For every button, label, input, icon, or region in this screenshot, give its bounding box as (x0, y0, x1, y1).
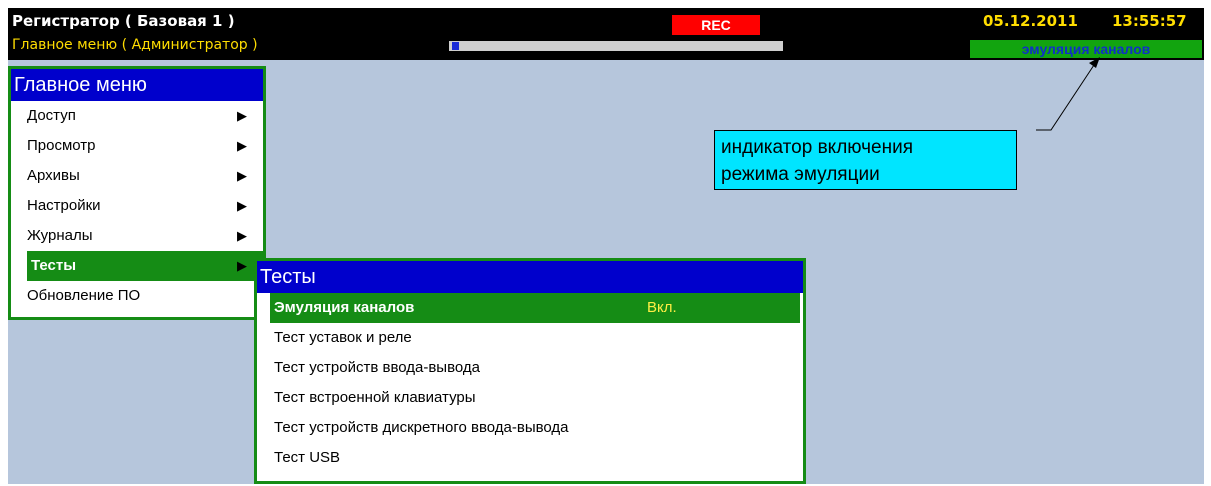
date-display: 05.12.2011 (983, 12, 1078, 30)
callout-leader-line (1036, 64, 1095, 131)
tests-submenu-title: Тесты (257, 261, 803, 293)
menu-item-label: Просмотр (27, 137, 96, 154)
menu-item-journals[interactable]: Журналы ▶ (11, 221, 263, 251)
menu-item-label: Тесты (31, 257, 77, 274)
tests-item-label: Тест устройств ввода-вывода (274, 359, 481, 376)
triangle-right-icon: ▶ (237, 108, 247, 123)
tests-item-label: Тест USB (274, 449, 341, 466)
menu-item-firmware-update[interactable]: Обновление ПО (11, 281, 263, 311)
tests-item-label: Тест встроенной клавиатуры (274, 389, 476, 406)
tests-item-value: Вкл. (647, 299, 677, 316)
time-display: 13:55:57 (1112, 12, 1187, 30)
triangle-right-icon: ▶ (237, 258, 247, 273)
menu-item-archives[interactable]: Архивы ▶ (11, 161, 263, 191)
current-menu-path: Главное меню ( Администратор ) (12, 37, 258, 53)
callout-line-2: режима эмуляции (721, 164, 880, 185)
triangle-right-icon: ▶ (237, 198, 247, 213)
tests-item-io-devices[interactable]: Тест устройств ввода-вывода (270, 353, 800, 383)
tests-item-channel-emulation[interactable]: Эмуляция каналов Вкл. (270, 293, 800, 323)
status-bar: Регистратор ( Базовая 1 ) Главное меню (… (8, 8, 1204, 60)
menu-item-label: Доступ (27, 107, 76, 124)
menu-item-label: Настройки (27, 197, 101, 214)
app-title: Регистратор ( Базовая 1 ) (12, 12, 235, 30)
tests-item-setpoints-relays[interactable]: Тест уставок и реле (270, 323, 800, 353)
tests-item-label: Тест уставок и реле (274, 329, 412, 346)
tests-item-label: Тест устройств дискретного ввода-вывода (274, 419, 569, 436)
tests-item-usb[interactable]: Тест USB (270, 443, 800, 473)
progress-fill (452, 42, 459, 50)
menu-item-view[interactable]: Просмотр ▶ (11, 131, 263, 161)
tests-item-label: Эмуляция каналов (274, 299, 415, 316)
tests-submenu: Тесты Эмуляция каналов Вкл. Тест уставок… (254, 258, 806, 484)
emulation-callout: индикатор включения режима эмуляции (714, 130, 1017, 190)
menu-item-label: Обновление ПО (27, 287, 141, 304)
menu-item-label: Архивы (27, 167, 80, 184)
rec-badge: REC (672, 15, 760, 35)
main-menu-title: Главное меню (11, 69, 263, 101)
callout-line-1: индикатор включения (721, 137, 913, 158)
menu-item-settings[interactable]: Настройки ▶ (11, 191, 263, 221)
tests-item-keyboard[interactable]: Тест встроенной клавиатуры (270, 383, 800, 413)
menu-item-tests[interactable]: Тесты ▶ (27, 251, 263, 281)
triangle-right-icon: ▶ (237, 138, 247, 153)
tests-item-discrete-io[interactable]: Тест устройств дискретного ввода-вывода (270, 413, 800, 443)
triangle-right-icon: ▶ (237, 168, 247, 183)
main-menu: Главное меню Доступ ▶ Просмотр ▶ Архивы … (8, 66, 266, 320)
menu-item-access[interactable]: Доступ ▶ (11, 101, 263, 131)
emulation-indicator: эмуляция каналов (970, 40, 1202, 58)
menu-item-label: Журналы (27, 227, 93, 244)
progress-bar (449, 41, 783, 51)
triangle-right-icon: ▶ (237, 228, 247, 243)
screen: Регистратор ( Базовая 1 ) Главное меню (… (8, 8, 1204, 484)
